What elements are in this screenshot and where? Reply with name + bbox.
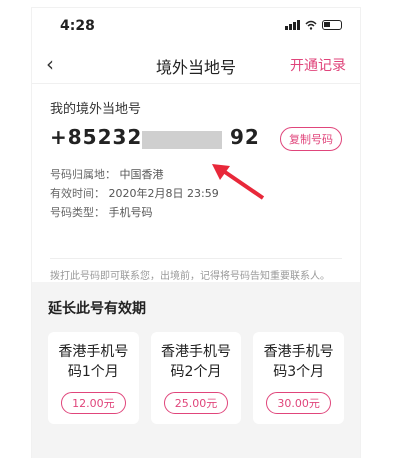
open-record-link[interactable]: 开通记录 [290, 55, 346, 75]
plan-name: 香港手机号 码3个月 [259, 342, 338, 382]
number-info: 号码归属地： 中国香港 有效时间： 2020年2月8日 23:59 号码类型： … [50, 165, 342, 222]
plan-card[interactable]: 香港手机号 码3个月 30.00元 [253, 332, 345, 424]
type-row: 号码类型： 手机号码 [50, 203, 342, 222]
plan-price-button[interactable]: 30.00元 [266, 392, 331, 414]
type-value: 手机号码 [108, 206, 153, 219]
plan-name: 香港手机号 码2个月 [157, 342, 236, 382]
status-icons [285, 20, 342, 30]
copy-number-button[interactable]: 复制号码 [280, 127, 342, 151]
expiry-value: 2020年2月8日 23:59 [108, 187, 219, 200]
plan-name-line: 香港手机号 [263, 344, 334, 360]
plan-name-line: 码3个月 [273, 364, 325, 380]
card-title: 我的境外当地号 [50, 102, 142, 117]
status-time: 4:28 [60, 18, 95, 34]
plan-name-line: 码1个月 [67, 364, 119, 380]
phone-number-prefix: +85232 [50, 125, 143, 149]
expiry-label: 有效时间： [50, 187, 105, 200]
wifi-icon [305, 20, 317, 30]
plan-price-button[interactable]: 25.00元 [163, 392, 229, 414]
plan-name-line: 码2个月 [170, 364, 222, 380]
signal-icon [285, 20, 300, 30]
battery-icon [322, 20, 342, 30]
plan-list: 香港手机号 码1个月 12.00元 香港手机号 码2个月 25.00元 香港手机… [48, 332, 345, 424]
plan-price-button[interactable]: 12.00元 [61, 392, 126, 414]
nav-bar: ‹ 境外当地号 开通记录 [32, 42, 360, 84]
plan-card[interactable]: 香港手机号 码2个月 25.00元 [150, 332, 242, 424]
plan-name-line: 香港手机号 [58, 344, 129, 360]
type-label: 号码类型： [50, 206, 105, 219]
plan-name-line: 香港手机号 [161, 344, 231, 360]
location-value: 中国香港 [119, 168, 164, 181]
plan-name: 香港手机号 码1个月 [54, 342, 133, 382]
number-mask [142, 131, 222, 149]
status-bar: 4:28 [32, 8, 360, 42]
red-arrow-annotation [212, 164, 265, 200]
plan-card[interactable]: 香港手机号 码1个月 12.00元 [48, 332, 139, 424]
number-row: +85232 92 复制号码 [50, 125, 342, 165]
renew-section: 延长此号有效期 香港手机号 码1个月 12.00元 香港手机号 码2个月 25.… [32, 282, 360, 458]
number-card: 我的境外当地号 +85232 92 复制号码 号码归属地： 中国香港 有效时间：… [32, 84, 360, 222]
renew-title: 延长此号有效期 [48, 301, 146, 317]
location-row: 号码归属地： 中国香港 [50, 165, 342, 184]
notice-text: 拨打此号码即可联系您，出境前，记得将号码告知重要联系人。 [50, 271, 330, 282]
expiry-row: 有效时间： 2020年2月8日 23:59 [50, 184, 342, 203]
location-label: 号码归属地： [50, 168, 116, 181]
phone-number-suffix: 92 [230, 125, 260, 149]
phone-screen: 4:28 ‹ 境外当地号 开通记录 我的境外当地号 +85232 92 复制号码 [32, 8, 360, 458]
